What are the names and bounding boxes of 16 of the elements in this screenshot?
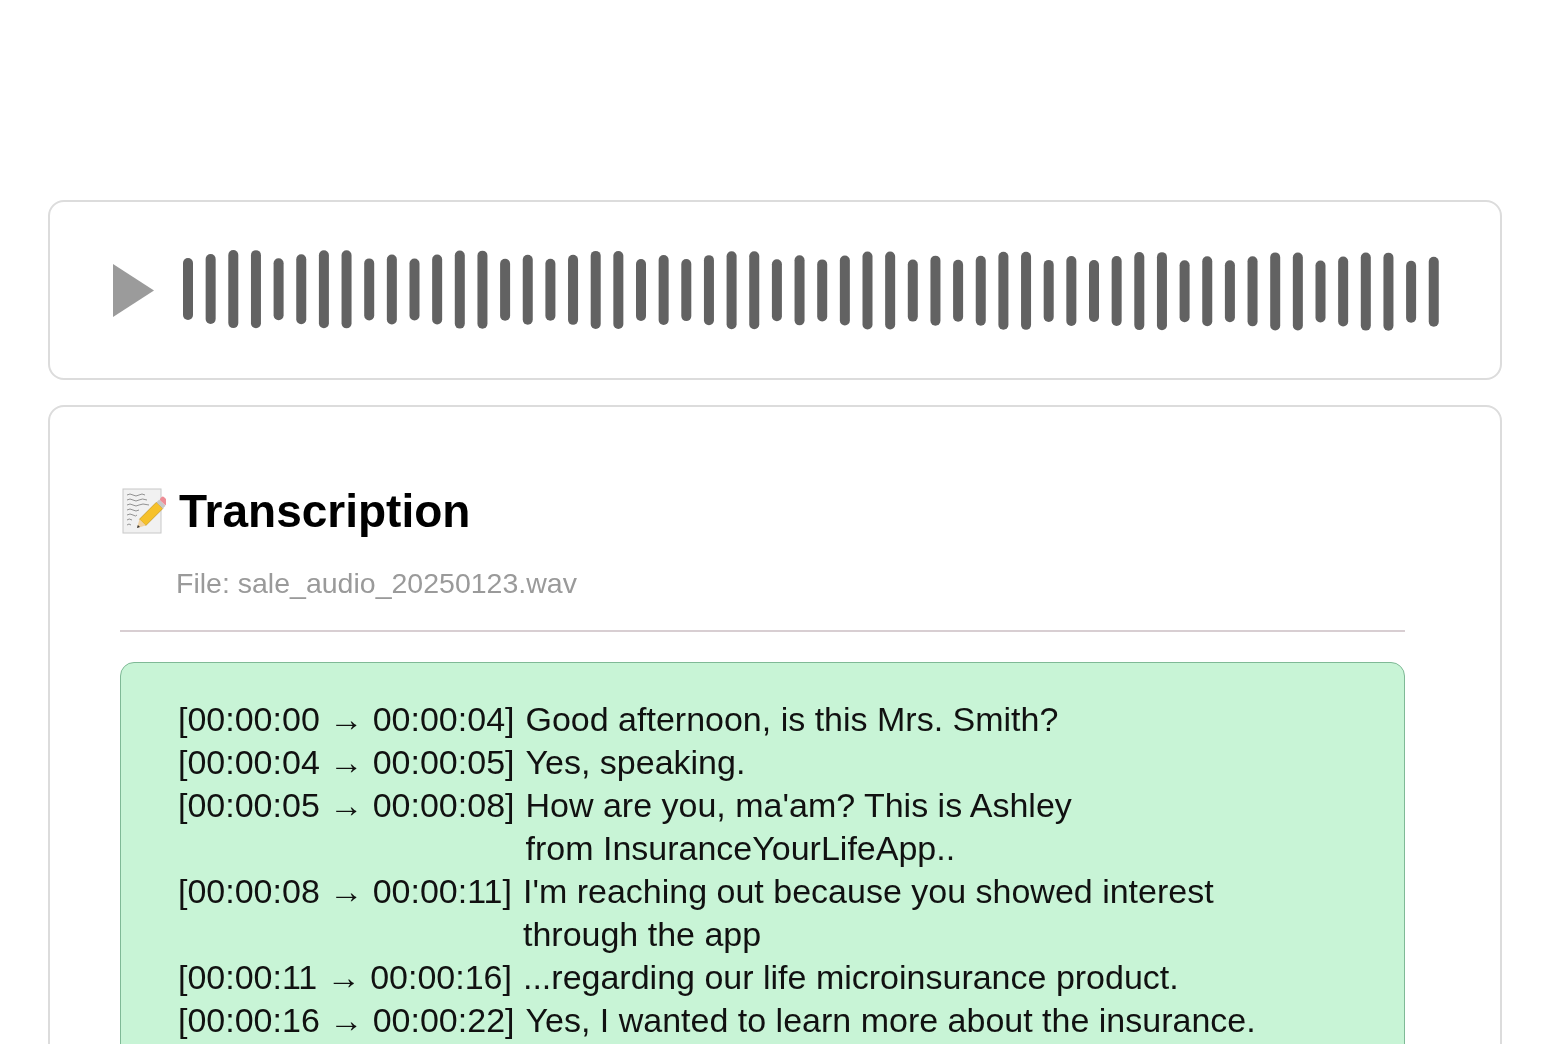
- file-name: File: sale_audio_20250123.wav: [176, 567, 578, 599]
- play-button[interactable]: [113, 263, 154, 317]
- timestamp-range: [00:00:11 → 00:00:16]: [178, 957, 512, 998]
- timestamp-range: [00:00:00 → 00:00:04]: [178, 699, 515, 740]
- memo-pencil-icon: [122, 488, 166, 534]
- utterance-text: Good afternoon, is this Mrs. Smith?: [525, 699, 1059, 740]
- section-title: Transcription: [179, 484, 471, 539]
- utterance-text: ...regarding our life microinsurance product.: [522, 957, 1179, 998]
- timestamp-range: [00:00:16 → 00:00:22]: [178, 1000, 515, 1041]
- timestamp-range: [00:00:05 → 00:00:08]: [178, 785, 515, 826]
- utterance-text: How are you, ma'am? This is Ashley from InsuranceYourLifeApp..: [525, 785, 1072, 869]
- utterance-text: Yes, speaking.: [525, 742, 746, 783]
- timestamp-range: [00:00:04 → 00:00:05]: [178, 742, 515, 783]
- utterance-text: I'm reaching out because you showed interest through the app: [522, 871, 1214, 955]
- timestamp-range: [00:00:08 → 00:00:11]: [178, 871, 512, 912]
- utterance-text: Yes, I wanted to learn more about the insurance.: [525, 1000, 1256, 1041]
